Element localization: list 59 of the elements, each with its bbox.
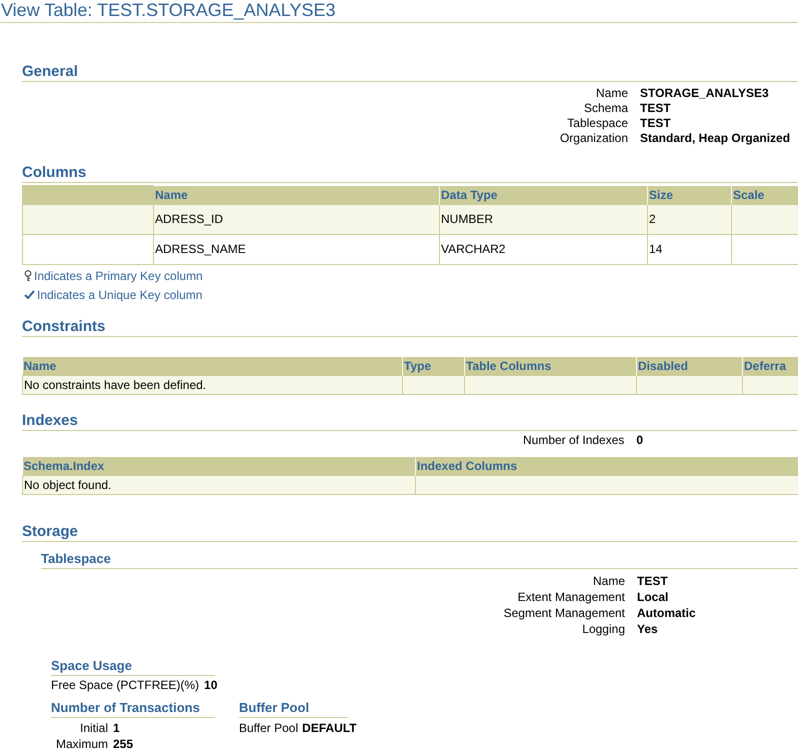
field-label: Schema [582, 101, 628, 116]
table-cell: NUMBER [440, 204, 648, 234]
field-value: Local [637, 588, 670, 604]
subsection-heading: Number of Transactions [51, 700, 200, 714]
table-cell: 14 [648, 234, 732, 264]
field-value: TEST [640, 101, 672, 116]
section-heading: Indexes [22, 412, 78, 428]
key-icon [24, 270, 32, 282]
subsection-heading: Tablespace [41, 550, 111, 566]
field-label: Maximum [54, 736, 108, 751]
field-value: Yes [637, 620, 659, 636]
field-value: 1 [113, 720, 121, 736]
field-label: Organization [558, 131, 628, 146]
field-label: Logging [581, 620, 625, 636]
column-header: Data Type [440, 186, 648, 204]
column-header: Name [22, 356, 402, 375]
subsection-heading: Buffer Pool [239, 700, 310, 714]
legend-text: Indicates a Unique Key column [37, 286, 202, 304]
table-cell: ADRESS_NAME [154, 234, 440, 264]
column-header: Table Columns [464, 356, 636, 375]
field-value: STORAGE_ANALYSE3 [640, 86, 770, 101]
field-value: Standard, Heap Organized [640, 131, 792, 146]
column-header: Indexed Columns [416, 456, 798, 475]
page-title: View Table: TEST.STORAGE_ANALYSE3 [1, 0, 336, 20]
subsection-heading: Space Usage [51, 658, 132, 672]
check-icon [24, 290, 35, 299]
column-header: Schema.Index [22, 456, 416, 475]
section-heading: Constraints [22, 318, 106, 334]
field-label: Free Space (PCTFREE)(%) [51, 678, 200, 692]
field-value: TEST [640, 116, 672, 131]
empty-message: No object found. [22, 475, 416, 494]
field-value: 255 [113, 736, 134, 751]
table-cell: VARCHAR2 [440, 234, 648, 264]
table-cell: ADRESS_ID [154, 204, 440, 234]
field-label: Initial [78, 720, 108, 736]
field-value: TEST [637, 572, 669, 588]
field-label: Segment Management [502, 604, 625, 620]
field-value: 0 [636, 432, 644, 448]
section-heading: Storage [22, 522, 78, 540]
legend-text: Indicates a Primary Key column [34, 268, 203, 284]
field-value: Automatic [637, 604, 697, 620]
table-cell: 2 [648, 204, 732, 234]
field-value: 10 [204, 678, 218, 692]
field-label: Name [592, 572, 625, 588]
field-label: Number of Indexes [523, 432, 624, 448]
column-header: Size [648, 186, 732, 204]
column-header: Type [402, 356, 464, 375]
field-value: DEFAULT [302, 720, 357, 736]
column-header: Deferra [742, 356, 798, 375]
field-label: Name [594, 86, 628, 101]
field-label: Buffer Pool [239, 720, 298, 736]
field-label: Extent Management [516, 588, 625, 604]
field-label: Tablespace [566, 116, 628, 131]
column-header: Scale [732, 186, 798, 204]
section-heading: Columns [22, 164, 86, 181]
column-header: Name [154, 186, 440, 204]
empty-message: No constraints have been defined. [22, 375, 402, 394]
section-heading: General [22, 63, 78, 80]
column-header: Disabled [636, 356, 742, 375]
